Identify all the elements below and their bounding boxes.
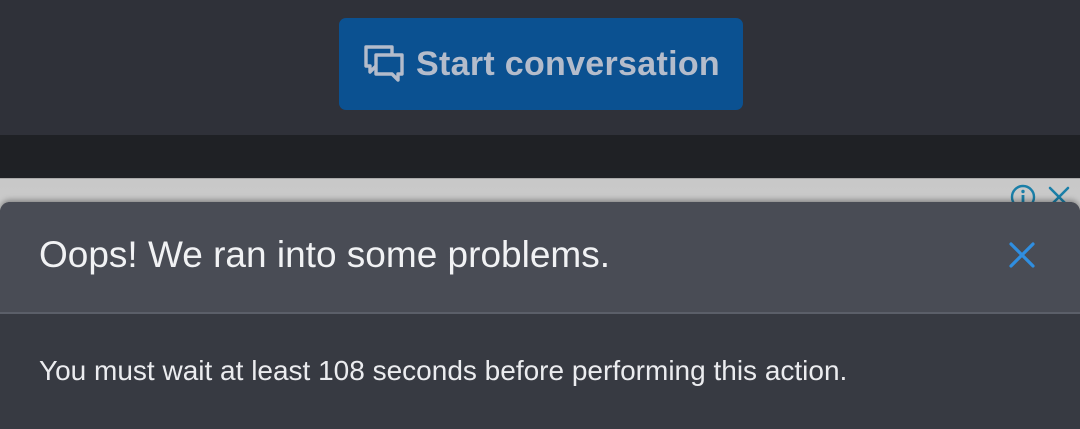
start-conversation-label: Start conversation — [416, 44, 720, 83]
top-bar: Start conversation — [0, 0, 1080, 135]
divider-strip — [0, 135, 1080, 178]
dialog-body: You must wait at least 108 seconds befor… — [0, 314, 1080, 429]
close-icon — [1007, 240, 1037, 275]
dialog-message: You must wait at least 108 seconds befor… — [39, 355, 848, 386]
chat-bubbles-icon — [362, 42, 406, 86]
error-dialog: Oops! We ran into some problems. You mus… — [0, 202, 1080, 429]
dialog-header: Oops! We ran into some problems. — [0, 202, 1080, 314]
page: Start conversation Oops! We ran into som… — [0, 0, 1080, 429]
dialog-title: Oops! We ran into some problems. — [39, 234, 611, 275]
dialog-close-button[interactable] — [1000, 235, 1044, 279]
start-conversation-button[interactable]: Start conversation — [339, 18, 743, 110]
